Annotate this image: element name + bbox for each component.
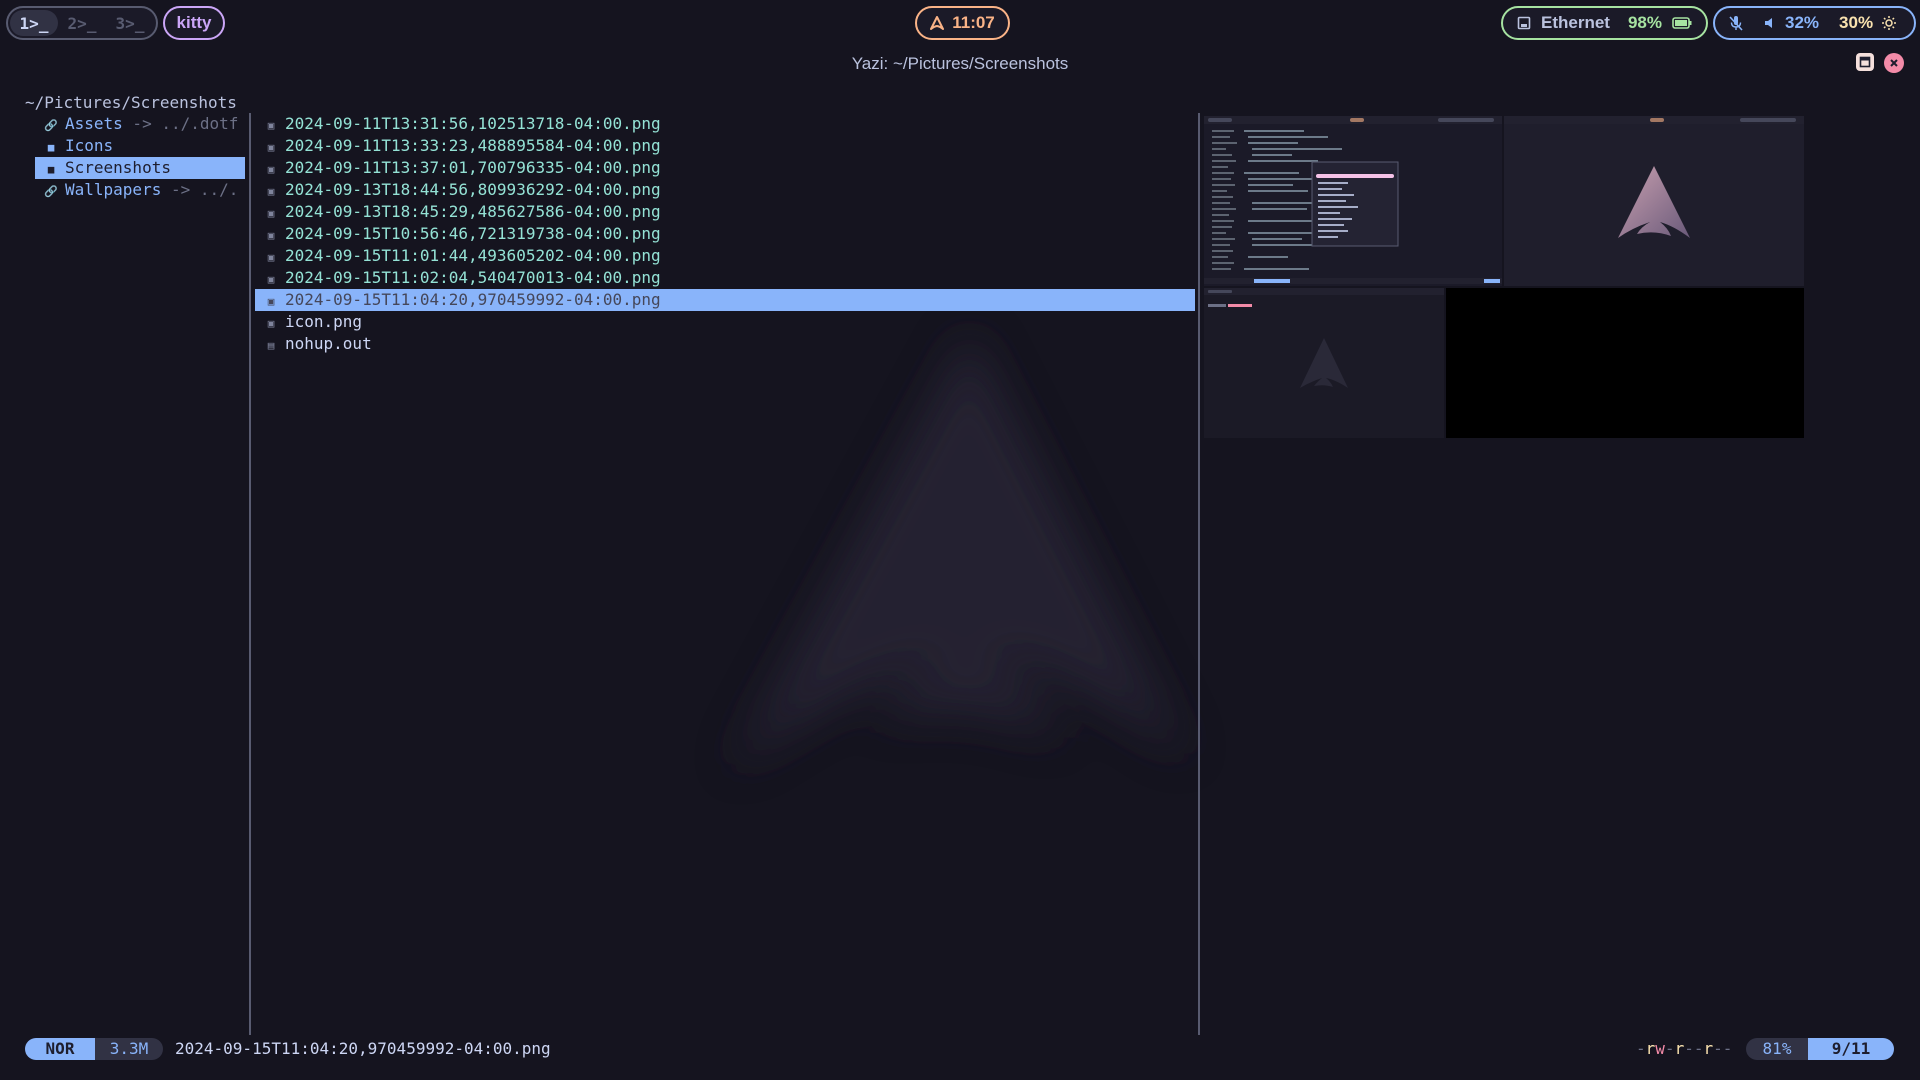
file-name: 2024-09-15T11:01:44,493605202-04:00.png [285,246,661,265]
battery-percent: 98% [1627,13,1662,32]
file-icon: ▤ [267,339,275,352]
file-row[interactable]: ▣ 2024-09-15T11:01:44,493605202-04:00.png [255,245,1195,267]
preview-dark-graphic [1204,288,1444,388]
file-row[interactable]: ▣ 2024-09-15T11:02:04,540470013-04:00.png [255,267,1195,289]
file-name: 2024-09-11T13:33:23,488895584-04:00.png [285,136,661,155]
sun-icon[interactable] [1881,15,1897,31]
workspace-2[interactable]: 2>_ [58,10,106,36]
file-name: 2024-09-15T10:56:46,721319738-04:00.png [285,224,661,243]
status-filename: 2024-09-15T11:04:20,970459992-04:00.png [175,1039,551,1058]
image-icon: ▣ [267,273,275,286]
cursor-position: 9/11 [1808,1038,1894,1060]
image-icon: ▣ [267,207,275,220]
file-row-selected[interactable]: ▣ 2024-09-15T11:04:20,970459992-04:00.png [255,289,1195,311]
parent-item-label: Screenshots [65,158,171,177]
speaker-icon[interactable] [1763,16,1777,30]
battery-icon [1672,17,1692,29]
file-row[interactable]: ▣ 2024-09-15T10:56:46,721319738-04:00.png [255,223,1195,245]
preview-thumb-editor [1204,116,1502,286]
image-icon: ▣ [267,185,275,198]
image-icon: ▣ [267,229,275,242]
parent-item-label: Wallpapers [65,180,162,199]
image-icon: ▣ [267,119,275,132]
file-row[interactable]: ▣ 2024-09-11T13:33:23,488895584-04:00.png [255,135,1195,157]
file-name: 2024-09-13T18:45:29,485627586-04:00.png [285,202,661,221]
link-icon: 🔗 [44,119,58,132]
mode-indicator: NOR [25,1038,95,1060]
file-name: 2024-09-13T18:44:56,809936292-04:00.png [285,180,661,199]
image-icon: ▣ [267,295,275,308]
preview-editor-graphic [1204,116,1502,286]
status-bar: NOR 3.3M 2024-09-15T11:04:20,970459992-0… [0,1038,1920,1062]
image-preview [1204,116,1804,438]
image-icon: ▣ [267,163,275,176]
top-bar: 1>_ 2>_ 3>_ kitty 11:07 Ethernet 98% 32%… [0,0,1920,48]
mic-muted-icon[interactable] [1727,14,1745,32]
image-icon: ▣ [267,317,275,330]
workspace-1[interactable]: 1>_ [10,10,58,36]
preview-thumb-black [1446,288,1804,438]
parent-item-label: Assets [65,114,123,133]
close-icon [1890,59,1898,67]
active-app-name: kitty [176,13,212,32]
parent-item-assets[interactable]: 🔗 Assets -> ../.dotf [35,113,245,135]
parent-item-link-target: -> ../. [161,180,239,199]
file-row[interactable]: ▣ 2024-09-11T13:31:56,102513718-04:00.png [255,113,1195,135]
current-path: ~/Pictures/Screenshots [25,93,237,112]
file-name: icon.png [285,312,363,331]
maximize-button[interactable] [1856,53,1874,71]
arch-icon [930,16,945,30]
image-icon: ▣ [267,141,275,154]
maximize-icon [1859,56,1871,68]
pane-divider-left [249,113,251,1035]
parent-item-link-target: -> ../.dotf [122,114,239,133]
brightness-percent: 30% [1839,13,1874,32]
file-row[interactable]: ▣ 2024-09-13T18:44:56,809936292-04:00.png [255,179,1195,201]
file-size: 3.3M [95,1038,163,1060]
clock-widget[interactable]: 11:07 [915,6,1010,40]
volume-percent: 32% [1785,13,1820,32]
active-app-label[interactable]: kitty [163,6,225,40]
workspace-switcher: 1>_ 2>_ 3>_ [6,6,158,40]
clock-time: 11:07 [952,13,995,32]
file-row[interactable]: ▤ nohup.out [255,333,1195,355]
parent-item-label: Icons [65,136,114,155]
file-name: 2024-09-11T13:31:56,102513718-04:00.png [285,114,661,133]
file-name: 2024-09-15T11:02:04,540470013-04:00.png [285,268,661,287]
parent-item-icons[interactable]: ■ Icons [35,135,245,157]
close-button[interactable] [1884,53,1904,73]
window-title: Yazi: ~/Pictures/Screenshots [851,54,1069,73]
network-battery-widget[interactable]: Ethernet 98% [1501,6,1708,40]
parent-item-screenshots[interactable]: ■ Screenshots [35,157,245,179]
permissions: -rw-r--r-- [1636,1039,1733,1058]
ethernet-icon [1517,16,1531,30]
image-icon: ▣ [267,251,275,264]
workspace-3[interactable]: 3>_ [106,10,154,36]
parent-item-wallpapers[interactable]: 🔗 Wallpapers -> ../. [35,179,245,201]
file-name: nohup.out [285,334,372,353]
file-name: 2024-09-11T13:37:01,700796335-04:00.png [285,158,661,177]
link-icon: 🔗 [44,185,58,198]
file-name: 2024-09-15T11:04:20,970459992-04:00.png [285,290,661,309]
pane-divider-right [1198,113,1200,1035]
preview-thumb-logo [1504,116,1804,286]
preview-logo-graphic [1504,116,1804,238]
file-row[interactable]: ▣ 2024-09-13T18:45:29,485627586-04:00.png [255,201,1195,223]
network-label: Ethernet [1541,13,1610,32]
folder-icon: ■ [47,141,55,154]
folder-icon: ■ [47,163,55,176]
system-status-widget[interactable]: 32% 30% [1713,6,1916,40]
preview-thumb-dark [1204,288,1444,438]
file-row[interactable]: ▣ icon.png [255,311,1195,333]
scroll-percent: 81% [1746,1038,1808,1060]
file-row[interactable]: ▣ 2024-09-11T13:37:01,700796335-04:00.png [255,157,1195,179]
